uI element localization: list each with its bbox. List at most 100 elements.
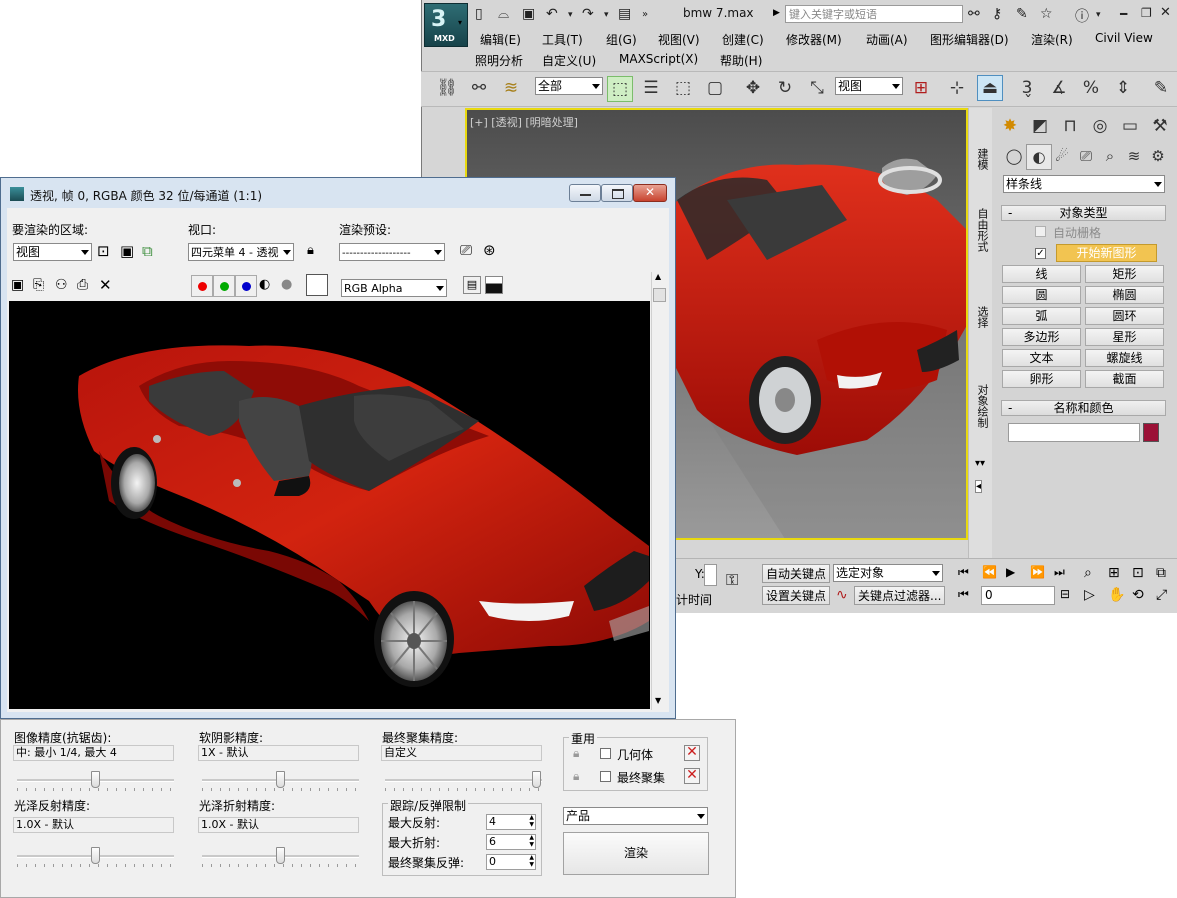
- slider-thumb[interactable]: [532, 771, 541, 788]
- spinner-arrows-icon[interactable]: ▲ ▼: [529, 854, 534, 868]
- play-icon[interactable]: ▶: [1006, 565, 1015, 579]
- autogrid-checkbox[interactable]: [1035, 226, 1046, 237]
- clone-frame-icon[interactable]: ⚇: [55, 277, 68, 293]
- frame-restore-button[interactable]: [601, 184, 633, 202]
- rollout-object-type[interactable]: - 对象类型: [1001, 205, 1166, 221]
- shape-button[interactable]: 弧: [1002, 307, 1081, 325]
- lock-viewport-icon[interactable]: 🔒︎: [307, 243, 314, 258]
- menu-item[interactable]: 修改器(M): [786, 31, 842, 48]
- menu-item[interactable]: 创建(C): [722, 31, 764, 48]
- keyboard-shortcut-override-icon[interactable]: ⏏: [977, 75, 1003, 101]
- field-of-view-icon[interactable]: ▷: [1084, 587, 1095, 603]
- systems-icon[interactable]: ⚙: [1146, 144, 1170, 168]
- select-manipulate-icon[interactable]: ⊹: [945, 76, 969, 100]
- goto-start-icon[interactable]: ⏮: [958, 565, 969, 580]
- spinner-arrows-icon[interactable]: ▲ ▼: [529, 834, 534, 848]
- save-image-icon[interactable]: ▣: [11, 277, 24, 293]
- render-mode-dropdown[interactable]: 产品: [563, 807, 708, 825]
- link-icon[interactable]: ⛓: [435, 76, 459, 100]
- scroll-up-icon[interactable]: ▲: [655, 272, 661, 281]
- key-filters-button[interactable]: 关键点过滤器...: [854, 586, 946, 605]
- shape-button[interactable]: 矩形: [1085, 265, 1164, 283]
- menu-item[interactable]: 照明分析: [475, 52, 523, 69]
- shape-button[interactable]: 圆环: [1085, 307, 1164, 325]
- minimize-button[interactable]: ━: [1120, 7, 1127, 21]
- utilities-tab-icon[interactable]: ⚒: [1148, 114, 1172, 138]
- spacewarps-icon[interactable]: ≋: [1122, 144, 1146, 168]
- menu-item[interactable]: 组(G): [606, 31, 637, 48]
- key-mode-icon[interactable]: ⚿: [726, 570, 738, 590]
- display-channel-dropdown[interactable]: RGB Alpha: [341, 279, 447, 297]
- glossy-reflect-slider[interactable]: [17, 846, 174, 867]
- subscription-icon[interactable]: ⚷: [992, 6, 1002, 22]
- start-new-shape-checkbox[interactable]: ✓: [1035, 248, 1046, 259]
- print-image-icon[interactable]: ⎙: [77, 277, 88, 293]
- menu-item[interactable]: MAXScript(X): [619, 52, 698, 66]
- tab-object-paint[interactable]: 对象绘制: [974, 384, 990, 428]
- help-dropdown-icon[interactable]: ▾: [1096, 10, 1101, 20]
- tab-modeling[interactable]: 建模: [974, 148, 990, 170]
- key-filter-curve-icon[interactable]: ∿: [836, 587, 848, 603]
- spell-check-icon[interactable]: ✎: [1149, 76, 1173, 100]
- menu-item[interactable]: 编辑(E): [480, 31, 521, 48]
- viewport-label[interactable]: [+] [透视] [明暗处理]: [470, 114, 578, 130]
- menu-item[interactable]: 渲染(R): [1031, 31, 1073, 48]
- zoom-icon[interactable]: ⌕: [1084, 565, 1092, 581]
- key-mode-toggle-icon[interactable]: ⏮: [958, 587, 969, 602]
- y-coord-input[interactable]: [704, 564, 717, 586]
- close-button[interactable]: ✕: [1160, 5, 1171, 20]
- redo-icon[interactable]: ↷: [582, 6, 594, 22]
- toggle-ui-overlay-icon[interactable]: ▤: [463, 276, 481, 294]
- orbit-icon[interactable]: ⟲: [1132, 587, 1144, 603]
- red-channel-toggle[interactable]: [191, 275, 213, 297]
- ribbon-scroll-icon[interactable]: ◂: [975, 480, 983, 493]
- slider-thumb[interactable]: [276, 771, 285, 788]
- final-gather-checkbox[interactable]: [600, 771, 611, 782]
- angle-snap-icon[interactable]: ∡: [1047, 76, 1071, 100]
- render-preset-dropdown[interactable]: -------------------: [339, 243, 445, 261]
- rendered-image[interactable]: [9, 301, 650, 709]
- geometry-icon[interactable]: ◯: [1002, 144, 1026, 168]
- auto-key-button[interactable]: 自动关键点: [762, 564, 831, 583]
- open-file-icon[interactable]: ⌓: [498, 6, 509, 22]
- monochrome-icon[interactable]: ●: [281, 277, 292, 292]
- move-icon[interactable]: ✥: [741, 76, 765, 100]
- glossy-refract-slider[interactable]: [202, 846, 359, 867]
- frame-close-button[interactable]: ✕: [633, 184, 667, 202]
- unlink-icon[interactable]: ⚯: [467, 76, 491, 100]
- object-name-input[interactable]: [1008, 423, 1140, 442]
- motion-tab-icon[interactable]: ◎: [1088, 114, 1112, 138]
- clear-image-icon[interactable]: ✕: [99, 276, 112, 294]
- maximize-viewport-icon[interactable]: ⤢: [1156, 587, 1167, 603]
- object-color-swatch[interactable]: [1143, 423, 1159, 442]
- menu-item[interactable]: 视图(V): [658, 31, 700, 48]
- lights-icon[interactable]: ☄: [1050, 144, 1074, 168]
- menu-item[interactable]: 动画(A): [866, 31, 908, 48]
- scroll-thumb[interactable]: [653, 288, 666, 302]
- start-new-shape-button[interactable]: 开始新图形: [1056, 244, 1157, 262]
- shape-button[interactable]: 椭圆: [1085, 286, 1164, 304]
- render-region-icon[interactable]: ⧉: [142, 242, 153, 260]
- communication-icon[interactable]: ✎: [1016, 6, 1028, 22]
- help-icon[interactable]: ⓘ: [1075, 6, 1089, 26]
- final-gather-slider[interactable]: [385, 770, 542, 791]
- area-to-render-dropdown[interactable]: 视图: [13, 243, 92, 261]
- blue-channel-toggle[interactable]: [235, 275, 257, 297]
- percent-snap-icon[interactable]: %: [1079, 76, 1103, 100]
- restore-button[interactable]: ❐: [1141, 6, 1152, 20]
- pivot-center-icon[interactable]: ⊞: [909, 76, 933, 100]
- menu-item[interactable]: Civil View: [1095, 31, 1153, 45]
- modify-tab-icon[interactable]: ◩: [1028, 114, 1052, 138]
- alpha-channel-icon[interactable]: ◐: [259, 277, 270, 292]
- shape-button[interactable]: 螺旋线: [1085, 349, 1164, 367]
- shape-button[interactable]: 星形: [1085, 328, 1164, 346]
- more-tools-icon[interactable]: »: [642, 9, 648, 20]
- frame-minimize-button[interactable]: [569, 184, 601, 202]
- menu-item[interactable]: 自定义(U): [542, 52, 596, 69]
- rotate-icon[interactable]: ↻: [773, 76, 797, 100]
- shape-button[interactable]: 文本: [1002, 349, 1081, 367]
- fg-bounce-spinner[interactable]: 0 ▲ ▼: [486, 854, 536, 870]
- max-refract-spinner[interactable]: 6 ▲ ▼: [486, 834, 536, 850]
- previous-frame-icon[interactable]: ⏪: [982, 565, 997, 579]
- shapes-icon[interactable]: ◐: [1026, 144, 1052, 170]
